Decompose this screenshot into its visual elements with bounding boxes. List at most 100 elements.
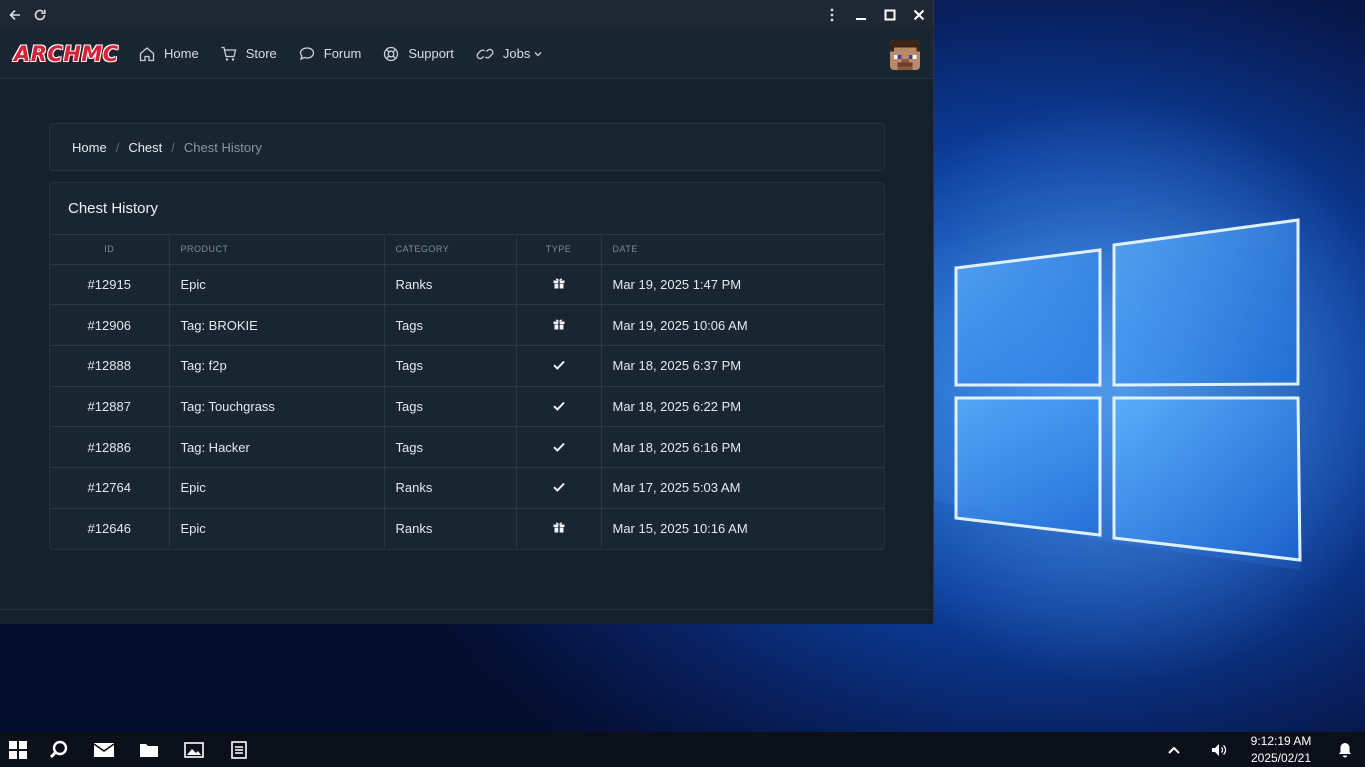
cell-product: Tag: f2p: [169, 345, 385, 387]
nav-home-label: Home: [164, 46, 199, 61]
cell-category: Tags: [384, 304, 517, 346]
table-header-row: ID PRODUCT CATEGORY TYPE DATE: [50, 235, 884, 265]
nav-store[interactable]: Store: [220, 45, 277, 63]
lifebuoy-icon: [384, 46, 399, 61]
photos-button[interactable]: [171, 732, 216, 767]
cell-date: Mar 18, 2025 6:37 PM: [601, 345, 884, 387]
taskbar: 9:12:19 AM 2025/02/21: [0, 732, 1365, 767]
cell-type: [516, 386, 602, 428]
column-header-id: ID: [50, 235, 170, 265]
cell-product: Tag: Hacker: [169, 426, 385, 468]
cell-id: #12646: [50, 508, 170, 549]
close-button[interactable]: [904, 0, 933, 29]
cell-product: Epic: [169, 264, 385, 306]
nav-jobs[interactable]: Jobs: [475, 45, 542, 63]
cell-category: Ranks: [384, 467, 517, 509]
column-header-date: DATE: [601, 235, 884, 265]
cell-id: #12906: [50, 304, 170, 346]
chevron-down-icon: [534, 51, 542, 56]
browser-statusbar: [0, 609, 933, 624]
cell-type: [516, 508, 602, 549]
table-row: #12906 Tag: BROKIE Tags Mar 19, 2025 10:06 …: [50, 304, 884, 346]
back-button[interactable]: [0, 0, 29, 29]
cell-product: Tag: BROKIE: [169, 304, 385, 346]
cell-category: Tags: [384, 426, 517, 468]
reload-button[interactable]: [29, 0, 51, 29]
cell-product: Tag: Touchgrass: [169, 386, 385, 428]
gift-icon: [553, 522, 564, 533]
nav-links: Home Store Forum Support Jobs: [138, 45, 563, 63]
cell-id: #12764: [50, 467, 170, 509]
documents-button[interactable]: [216, 732, 261, 767]
clock-time: 9:12:19 AM: [1250, 733, 1312, 748]
document-icon: [230, 740, 247, 759]
system-clock[interactable]: 9:12:19 AM 2025/02/21: [1241, 733, 1321, 767]
table-row: #12764 Epic Ranks Mar 17, 2025 5:03 AM: [50, 467, 884, 509]
cell-type: [516, 345, 602, 387]
table-row: #12888 Tag: f2p Tags Mar 18, 2025 6:37 PM: [50, 345, 884, 387]
mail-button[interactable]: [81, 732, 126, 767]
breadcrumb-separator: /: [171, 139, 175, 155]
cell-type: [516, 264, 602, 306]
cell-date: Mar 19, 2025 1:47 PM: [601, 264, 884, 306]
browser-window: ARCHMC Home Store Forum Support Jobs Hom…: [0, 0, 934, 624]
volume-button[interactable]: [1196, 732, 1241, 767]
nav-home[interactable]: Home: [138, 45, 199, 63]
cell-id: #12888: [50, 345, 170, 387]
maximize-button[interactable]: [875, 0, 904, 29]
system-tray: 9:12:19 AM 2025/02/21: [1151, 732, 1365, 767]
kebab-menu-icon: [830, 8, 833, 21]
minimize-icon: [855, 17, 866, 20]
cell-date: Mar 19, 2025 10:06 AM: [601, 304, 884, 346]
breadcrumb-current: Chest History: [183, 139, 262, 155]
notifications-button[interactable]: [1325, 732, 1365, 767]
browser-titlebar: [0, 0, 933, 29]
table-row: #12886 Tag: Hacker Tags Mar 18, 2025 6:16 P…: [50, 426, 884, 468]
breadcrumb-home[interactable]: Home: [72, 140, 107, 155]
cell-category: Tags: [384, 386, 517, 428]
nav-jobs-label: Jobs: [502, 46, 531, 61]
minecraft-steve-avatar-icon: [890, 40, 920, 70]
breadcrumb-separator: /: [115, 139, 120, 155]
site-navbar: ARCHMC Home Store Forum Support Jobs: [0, 29, 933, 79]
logo-text: ARCHMC: [14, 41, 119, 66]
column-header-product: PRODUCT: [169, 235, 385, 265]
breadcrumb-chest[interactable]: Chest: [128, 140, 162, 155]
nav-store-label: Store: [245, 46, 277, 61]
maximize-icon: [884, 9, 895, 20]
photos-icon: [183, 741, 204, 758]
breadcrumb: Home / Chest / Chest History: [49, 123, 885, 171]
check-icon: [552, 442, 565, 452]
chevron-up-icon: [1167, 746, 1180, 754]
cell-product: Epic: [169, 467, 385, 509]
notification-bell-icon: [1339, 742, 1351, 757]
files-button[interactable]: [126, 732, 171, 767]
nav-support[interactable]: Support: [382, 45, 454, 63]
arrow-left-icon: [8, 9, 20, 20]
start-button[interactable]: [0, 732, 36, 767]
mail-icon: [93, 742, 114, 757]
close-icon: [913, 9, 924, 20]
page-content: Home / Chest / Chest History Chest Histo…: [0, 79, 933, 609]
browser-menu-button[interactable]: [817, 0, 846, 29]
minimize-button[interactable]: [846, 0, 875, 29]
show-hidden-icons-button[interactable]: [1151, 732, 1196, 767]
avatar[interactable]: [890, 40, 920, 70]
cell-type: [516, 467, 602, 509]
nav-forum-label: Forum: [323, 46, 362, 61]
chat-bubble-icon: [299, 46, 314, 60]
chest-history-table: ID PRODUCT CATEGORY TYPE DATE #12915 Epic…: [50, 235, 884, 549]
site-logo[interactable]: ARCHMC: [14, 39, 118, 69]
table-row: #12915 Epic Ranks Mar 19, 2025 1:47 PM: [50, 264, 884, 306]
column-header-type: TYPE: [516, 235, 602, 265]
cart-icon: [221, 46, 237, 61]
cell-date: Mar 18, 2025 6:22 PM: [601, 386, 884, 428]
house-icon: [139, 46, 155, 61]
reload-icon: [34, 9, 46, 20]
cell-type: [516, 426, 602, 468]
nav-forum[interactable]: Forum: [298, 45, 362, 63]
cell-category: Ranks: [384, 508, 517, 549]
search-button[interactable]: [36, 732, 81, 767]
cell-date: Mar 17, 2025 5:03 AM: [601, 467, 884, 509]
windows-start-icon: [9, 740, 27, 759]
